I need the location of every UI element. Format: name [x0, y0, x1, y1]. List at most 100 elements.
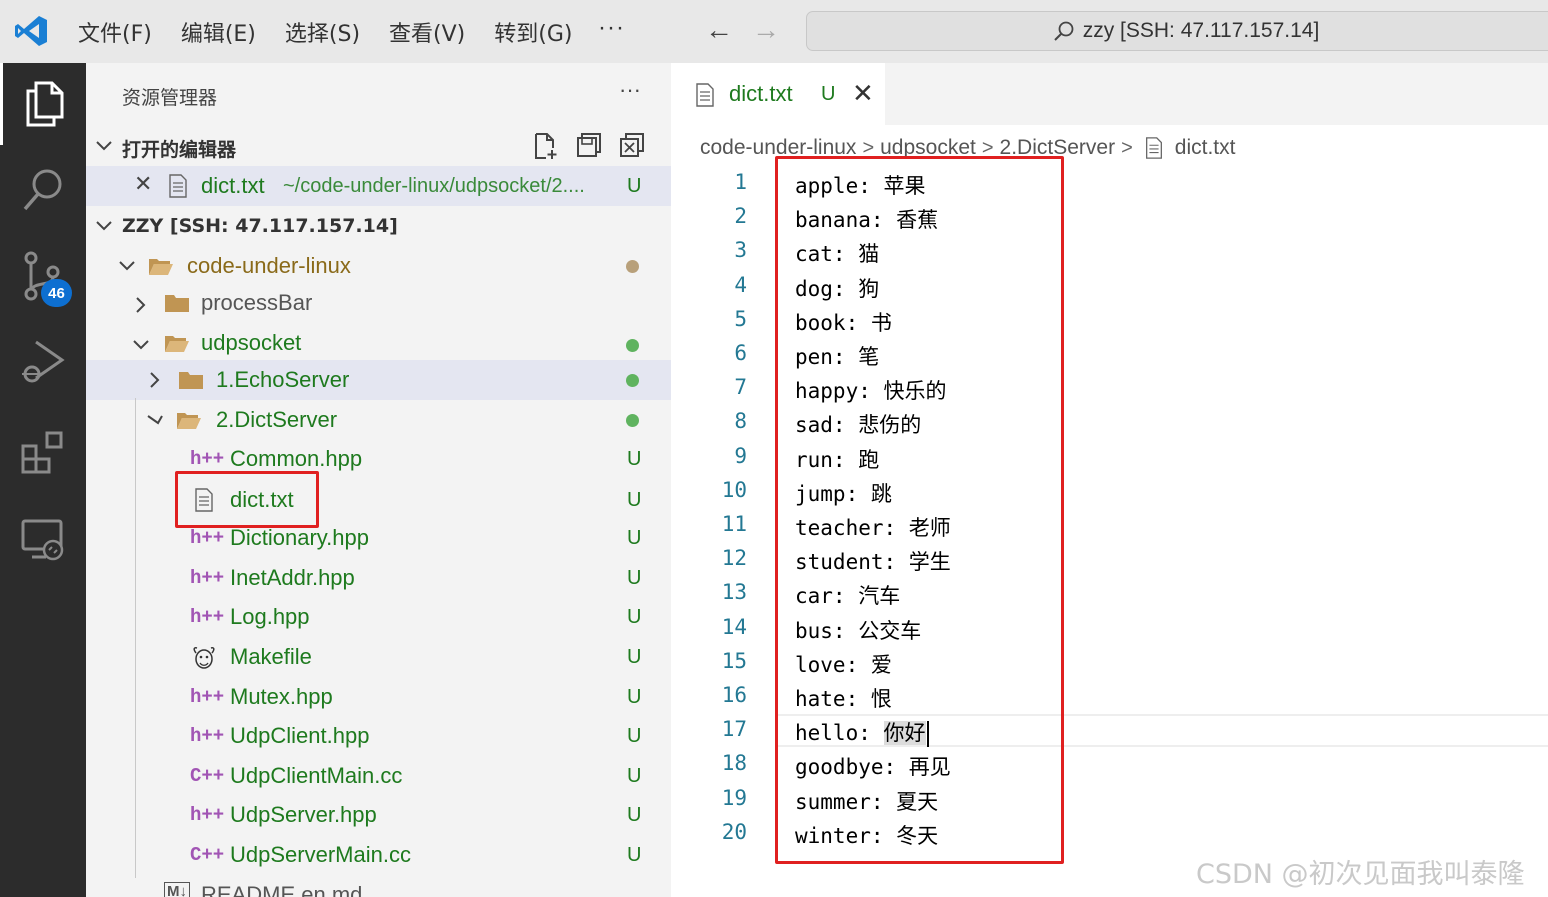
tree-label: Log.hpp — [230, 604, 310, 629]
chevron-down-icon — [96, 141, 112, 151]
git-status-badge: U — [627, 489, 642, 511]
code-line: winter: 冬天 — [795, 824, 939, 848]
menu-go[interactable]: 转到(G) — [494, 16, 572, 48]
workspace-header[interactable]: ZZY [SSH: 47.117.157.14] — [86, 206, 671, 246]
tree-label: udpsocket — [201, 330, 302, 355]
chevron-down-icon — [119, 261, 135, 271]
search-text: zzy [SSH: 47.117.157.14] — [1082, 19, 1320, 42]
open-editor-path: ~/code-under-linux/udpsocket/2.... — [283, 175, 585, 197]
tree-label: UdpServer.hpp — [230, 802, 377, 827]
git-status-badge: U — [627, 765, 642, 787]
tree-file-udpservermain-cc[interactable]: C++ UdpServerMain.cc U — [86, 836, 671, 876]
code-line: jump: 跳 — [795, 482, 892, 506]
menu-selection[interactable]: 选择(S) — [285, 16, 360, 48]
breadcrumb-item[interactable]: udpsocket — [880, 136, 976, 160]
line-number: 3 — [734, 238, 747, 262]
git-status-badge: U — [627, 686, 642, 708]
tree-label: UdpServerMain.cc — [230, 842, 411, 867]
menu-file[interactable]: 文件(F) — [78, 16, 152, 48]
tree-file-inetaddr-hpp[interactable]: h++ InetAddr.hpp U — [86, 559, 671, 599]
tree-file-dictionary-hpp[interactable]: h++ Dictionary.hpp U — [86, 519, 671, 559]
line-number: 13 — [721, 580, 747, 604]
code-line: book: 书 — [795, 311, 892, 335]
git-status-badge: U — [627, 567, 642, 589]
close-icon[interactable]: ✕ — [852, 78, 874, 109]
new-untitled-file-icon[interactable] — [533, 132, 559, 160]
tree-file-mutex-hpp[interactable]: h++ Mutex.hpp U — [86, 678, 671, 718]
menu-edit[interactable]: 编辑(E) — [181, 16, 256, 48]
command-center-search[interactable]: zzy [SSH: 47.117.157.14] — [806, 11, 1548, 51]
close-all-editors-icon[interactable] — [619, 132, 645, 158]
line-number: 19 — [721, 786, 747, 810]
menu-view[interactable]: 查看(V) — [389, 16, 465, 48]
explorer-title: 资源管理器 — [122, 87, 218, 109]
vscode-logo-icon[interactable] — [14, 14, 48, 48]
tree-folder-echoserver[interactable]: 1.EchoServer — [86, 360, 671, 400]
tree-label: InetAddr.hpp — [230, 565, 355, 590]
chevron-down-icon — [147, 415, 163, 425]
tree-folder-udpsocket[interactable]: udpsocket — [86, 325, 671, 365]
git-status-badge: U — [627, 448, 642, 470]
line-number: 16 — [721, 683, 747, 707]
code-line: summer: 夏天 — [795, 790, 939, 814]
line-number: 6 — [734, 341, 747, 365]
explorer-more-icon[interactable]: ··· — [619, 77, 641, 103]
line-number: 15 — [721, 649, 747, 673]
cpp-header-icon: h++ — [190, 606, 225, 628]
git-status-badge: U — [627, 725, 642, 747]
breadcrumb-item[interactable]: dict.txt — [1175, 136, 1236, 160]
line-number: 5 — [734, 307, 747, 331]
watermark: CSDN @初次见面我叫泰隆 — [1196, 859, 1525, 890]
tree-file-log-hpp[interactable]: h++ Log.hpp U — [86, 598, 671, 638]
activity-source-control[interactable] — [0, 235, 86, 317]
tree-folder-processbar[interactable]: processBar — [86, 285, 671, 325]
tree-folder-code-under-linux[interactable]: code-under-linux — [86, 246, 671, 286]
tree-label: Mutex.hpp — [230, 684, 333, 709]
activity-extensions[interactable] — [0, 411, 86, 493]
activity-search[interactable] — [0, 149, 86, 231]
code-line: teacher: 老师 — [795, 516, 951, 540]
activity-run-debug[interactable] — [0, 321, 86, 403]
tree-file-udpclient-hpp[interactable]: h++ UdpClient.hpp U — [86, 717, 671, 757]
code-text: hello: — [795, 721, 884, 745]
tree-file-dict-txt[interactable]: dict.txt U — [86, 480, 671, 520]
tree-file-readme[interactable]: M↓ README.en.md — [86, 876, 671, 897]
tab-git-status: U — [821, 83, 836, 105]
activity-remote-explorer[interactable] — [0, 499, 86, 581]
code-line: banana: 香蕉 — [795, 208, 939, 232]
tree-label: README.en.md — [201, 882, 363, 897]
code-line: student: 学生 — [795, 550, 951, 574]
cpp-header-icon: h++ — [190, 527, 225, 549]
tree-folder-dictserver[interactable]: 2.DictServer — [86, 400, 671, 440]
tab-dict-txt[interactable]: dict.txt U ✕ — [671, 63, 885, 125]
arrow-right-icon[interactable]: → — [752, 14, 780, 46]
extensions-icon — [21, 431, 63, 474]
git-status-badge: U — [627, 175, 642, 197]
explorer-sidebar: 资源管理器 ··· 打开的编辑器 ✕ dict.txt ~/code-under… — [86, 63, 671, 897]
git-untracked-dot — [626, 339, 639, 352]
remote-explorer-icon — [21, 519, 64, 561]
text-file-icon — [1145, 137, 1162, 159]
tree-file-udpclientmain-cc[interactable]: C++ UdpClientMain.cc U — [86, 757, 671, 797]
tree-file-makefile[interactable]: Makefile U — [86, 638, 671, 678]
menu-bar: 文件(F) 编辑(E) 选择(S) 查看(V) 转到(G) — [78, 0, 601, 63]
tree-file-udpserver-hpp[interactable]: h++ UdpServer.hpp U — [86, 796, 671, 836]
chevron-right-icon: > — [981, 136, 994, 159]
arrow-left-icon[interactable]: ← — [705, 14, 733, 46]
activity-explorer[interactable] — [0, 63, 86, 145]
menu-more-icon[interactable]: ··· — [598, 14, 625, 42]
save-all-icon[interactable] — [576, 132, 602, 158]
breadcrumb-item[interactable]: code-under-linux — [700, 136, 856, 160]
close-icon[interactable]: ✕ — [134, 171, 152, 197]
open-editor-item-dict-txt[interactable]: ✕ dict.txt ~/code-under-linux/udpsocket/… — [86, 166, 671, 206]
breadcrumb-item[interactable]: 2.DictServer — [1000, 136, 1116, 160]
git-untracked-dot — [626, 414, 639, 427]
tree-label: processBar — [201, 290, 313, 315]
cpp-header-icon: h++ — [190, 448, 225, 470]
open-editors-header[interactable]: 打开的编辑器 — [86, 126, 671, 166]
line-number: 14 — [721, 615, 747, 639]
tree-label: UdpClientMain.cc — [230, 763, 403, 788]
markdown-icon: M↓ — [164, 882, 190, 897]
files-icon — [26, 81, 63, 127]
tree-file-common-hpp[interactable]: h++ Common.hpp U — [86, 440, 671, 480]
